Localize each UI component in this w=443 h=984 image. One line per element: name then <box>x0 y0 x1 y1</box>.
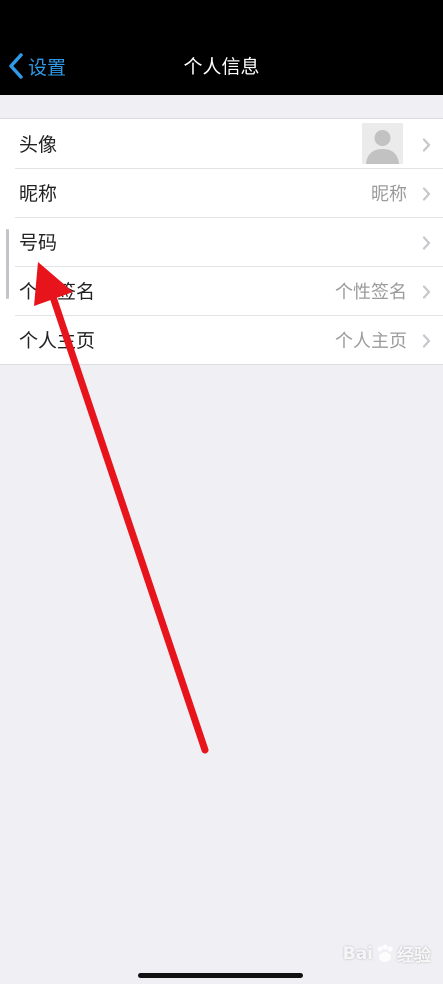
paw-icon <box>377 943 393 962</box>
watermark-text-right: 经验 <box>397 946 431 966</box>
row-homepage-label: 个人主页 <box>19 330 96 352</box>
row-avatar[interactable]: 头像 <box>0 119 443 168</box>
row-signature-value: 个性签名 <box>335 281 407 303</box>
row-nickname-label: 昵称 <box>19 183 58 205</box>
row-avatar-label: 头像 <box>19 134 58 156</box>
chevron-right-icon <box>422 137 431 156</box>
page-title: 个人信息 <box>183 56 260 78</box>
row-nickname-value: 昵称 <box>371 183 407 205</box>
default-avatar-icon[interactable] <box>362 123 403 164</box>
row-signature-label: 个性签名 <box>19 281 96 303</box>
profile-info-list: 头像 昵称 昵称 号码 个性签名 个性签名 个人主页 个人主页 <box>0 118 443 365</box>
chevron-right-icon <box>422 235 431 254</box>
row-homepage-value: 个人主页 <box>335 330 407 352</box>
home-indicator[interactable] <box>138 973 303 978</box>
watermark: Bai 经验 <box>342 941 431 967</box>
screen: 设置 个人信息 头像 昵称 昵称 号码 个性签名 个性签名 个人主页 个人主页 … <box>0 0 443 984</box>
navigation-bar: 设置 个人信息 <box>0 0 443 95</box>
row-signature[interactable]: 个性签名 个性签名 <box>0 266 443 315</box>
chevron-right-icon <box>422 186 431 205</box>
row-phone-number[interactable]: 号码 <box>0 217 443 266</box>
chevron-right-icon <box>422 284 431 303</box>
chevron-right-icon <box>422 333 431 352</box>
watermark-text-left: Bai <box>342 943 373 964</box>
row-homepage[interactable]: 个人主页 个人主页 <box>0 315 443 364</box>
row-nickname[interactable]: 昵称 昵称 <box>0 168 443 217</box>
row-phone-number-label: 号码 <box>19 232 58 254</box>
scroll-indicator <box>6 229 9 299</box>
